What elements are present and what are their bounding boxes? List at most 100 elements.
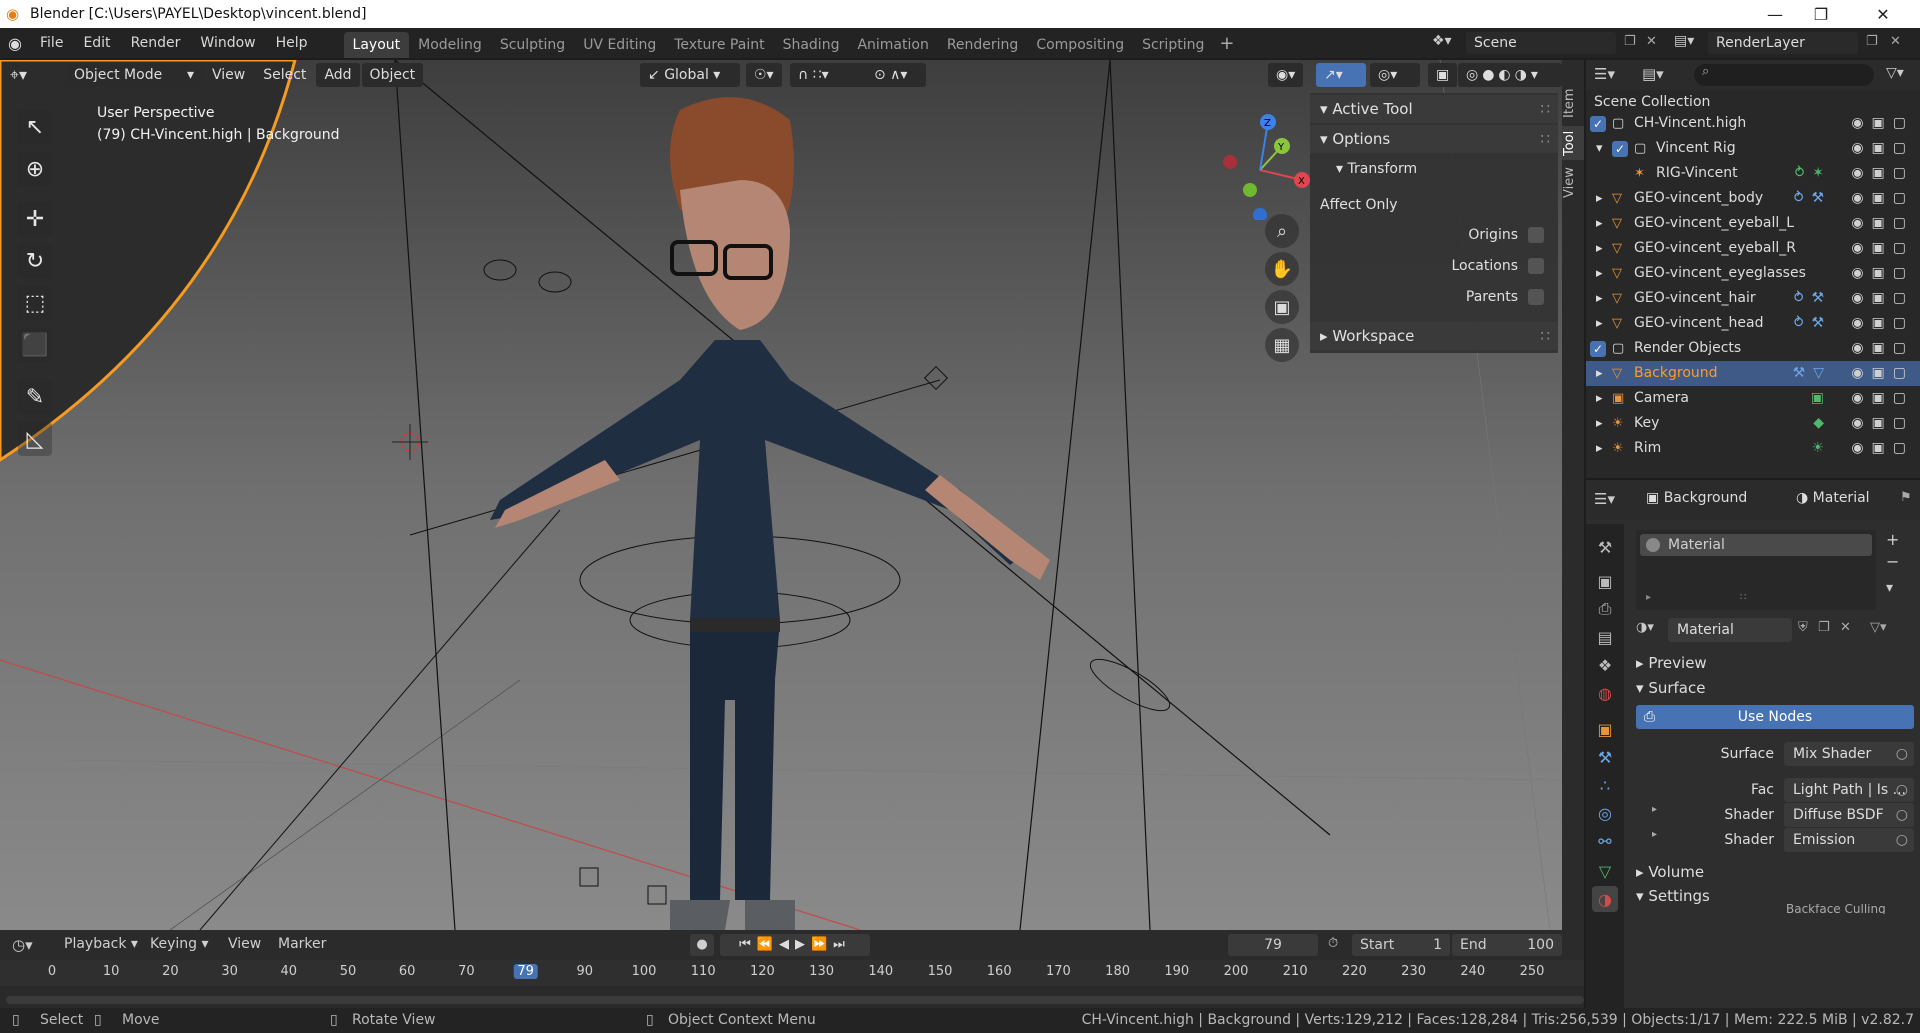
slot-menu-icon[interactable]: ▾ — [1886, 580, 1893, 596]
zoom-icon[interactable]: ⌕ — [1265, 214, 1299, 248]
tab-view[interactable]: View — [1562, 166, 1584, 200]
maximize-icon[interactable]: ❐ — [1798, 0, 1844, 28]
menu-render[interactable]: Render — [121, 28, 191, 58]
end-frame-field[interactable]: End 100 — [1452, 934, 1562, 956]
tab-rendering[interactable]: Rendering — [938, 32, 1028, 58]
annotate-tool-icon[interactable]: ✎ — [18, 380, 52, 414]
tab-item[interactable]: Item — [1562, 86, 1584, 120]
list-item[interactable]: ▾ ✓ ▢ Vincent Rig ◉▣▢ — [1586, 136, 1920, 161]
overlays-icon[interactable]: ◎▾ — [1370, 63, 1420, 87]
view-layer-selector[interactable]: RenderLayer — [1708, 32, 1858, 54]
tab-animation[interactable]: Animation — [848, 32, 937, 58]
view-layer-icon[interactable]: ▤▾ — [1674, 33, 1694, 49]
object-tab-icon[interactable]: ▣ — [1592, 716, 1618, 742]
tab-sculpting[interactable]: Sculpting — [491, 32, 574, 58]
volume-section[interactable]: ▸ Volume — [1636, 859, 1704, 885]
close-icon[interactable]: ✕ — [1860, 0, 1906, 28]
material-slot-item[interactable]: Material — [1640, 534, 1872, 556]
unlink-icon[interactable]: ✕ — [1840, 620, 1851, 635]
browse-material-icon[interactable]: ◑▾ — [1636, 620, 1654, 635]
output-tab-icon[interactable]: ⎙ — [1592, 596, 1618, 622]
playback-menu[interactable]: Playback ▾ — [64, 936, 138, 952]
expand-icon[interactable]: ▸ — [1646, 592, 1651, 603]
menu-file[interactable]: File — [30, 28, 73, 58]
workspace-header[interactable]: ▸ Workspace ∷ — [1310, 322, 1558, 350]
scale-tool-icon[interactable]: ⬚ — [18, 286, 52, 320]
tab-uv-editing[interactable]: UV Editing — [574, 32, 665, 58]
tab-tool[interactable]: Tool — [1562, 126, 1584, 160]
add-workspace-icon[interactable]: + — [1219, 33, 1234, 54]
material-slots-list[interactable]: Material ▸ ∷ — [1636, 530, 1876, 610]
editor-type-icon[interactable]: ◷▾ — [12, 936, 33, 954]
proportional-edit-icon[interactable]: ⊙ ∧▾ — [866, 63, 926, 87]
select-menu[interactable]: Select — [255, 63, 314, 87]
transform-tool-icon[interactable]: ⬛ — [18, 328, 52, 362]
use-nodes-button[interactable]: ⎙ Use Nodes — [1636, 705, 1914, 729]
filter-icon[interactable]: ▽▾ — [1886, 65, 1904, 81]
settings-section[interactable]: ▾ Settings — [1636, 883, 1710, 909]
list-item-selected[interactable]: ▸ ▽ Background ⚒▽ ◉▣▢ — [1586, 361, 1920, 386]
outliner-search-input[interactable]: ⌕ — [1694, 64, 1874, 86]
view-menu[interactable]: View — [204, 63, 253, 87]
surface-section[interactable]: ▾ Surface — [1636, 675, 1705, 701]
material-tab-icon[interactable]: ◑ — [1592, 886, 1618, 912]
tab-modeling[interactable]: Modeling — [409, 32, 491, 58]
render-tab-icon[interactable]: ▣ — [1592, 568, 1618, 594]
preview-section[interactable]: ▸ Preview — [1636, 650, 1707, 676]
physics-tab-icon[interactable]: ◎ — [1592, 800, 1618, 826]
scene-selector[interactable]: Scene — [1466, 32, 1616, 54]
stopwatch-icon[interactable]: ⏱ — [1328, 936, 1338, 951]
object-menu[interactable]: Object — [361, 63, 424, 87]
menu-help[interactable]: Help — [266, 28, 318, 58]
list-item[interactable]: ✓ ▢ Render Objects ◉▣▢ — [1586, 336, 1920, 361]
playback-controls[interactable]: ⏮⏪◀▶⏩⏭ — [720, 934, 870, 956]
pan-hand-icon[interactable]: ✋ — [1265, 252, 1299, 286]
origins-checkbox[interactable] — [1528, 227, 1544, 243]
xray-icon[interactable]: ▣ — [1428, 63, 1458, 87]
fake-user-icon[interactable]: ⛨ — [1798, 620, 1808, 635]
pin-icon[interactable]: ⚑ — [1900, 490, 1912, 505]
frame-ruler[interactable]: 0 10 20 30 40 50 60 70 79 90 100 110 120 130 140 150 160… — [0, 960, 1584, 986]
tab-scripting[interactable]: Scripting — [1133, 32, 1213, 58]
shader-2-field[interactable]: Emission ○ — [1784, 828, 1914, 852]
camera-view-icon[interactable]: ▣ — [1265, 290, 1299, 324]
transform-subheader[interactable]: ▾ Transform — [1310, 155, 1558, 183]
link-mode-icon[interactable]: ▽▾ — [1870, 620, 1887, 635]
pivot-point-icon[interactable]: ☉▾ — [746, 63, 782, 87]
list-item[interactable]: ▸ ▽ GEO-vincent_head ⥁⚒ ◉▣▢ — [1586, 311, 1920, 336]
view-layer-remove-icon[interactable]: ✕ — [1890, 34, 1901, 49]
tab-layout[interactable]: Layout — [343, 32, 410, 58]
move-tool-icon[interactable]: ✛ — [18, 202, 52, 236]
editor-type-icon[interactable]: ☰▾ — [1594, 65, 1615, 83]
record-icon[interactable]: ● — [690, 934, 714, 956]
select-box-tool-icon[interactable]: ↖ — [18, 110, 52, 144]
list-item[interactable]: ▸ ☀ Rim ☀ ◉▣▢ — [1586, 436, 1920, 461]
editor-type-icon[interactable]: ⌖▾ — [10, 65, 48, 85]
display-mode-icon[interactable]: ▤▾ — [1642, 65, 1664, 83]
marker-menu[interactable]: Marker — [278, 936, 326, 952]
current-frame-field[interactable]: 79 — [1228, 934, 1318, 956]
shader-1-field[interactable]: Diffuse BSDF ○ — [1784, 803, 1914, 827]
object-mode-dropdown[interactable]: Object Mode ▾ — [66, 63, 202, 87]
list-item[interactable]: ▸ ☀ Key ◆ ◉▣▢ — [1586, 411, 1920, 436]
expand-icon[interactable]: ▸ — [1652, 804, 1657, 815]
add-slot-icon[interactable]: + — [1886, 530, 1899, 549]
options-header[interactable]: ▾ Options ∷ — [1310, 125, 1558, 153]
view-layer-copy-icon[interactable]: ❐ — [1866, 34, 1878, 49]
surface-shader-field[interactable]: Mix Shader ○ — [1784, 742, 1914, 766]
remove-slot-icon[interactable]: − — [1886, 552, 1899, 571]
parents-checkbox[interactable] — [1528, 289, 1544, 305]
minimize-icon[interactable]: — — [1752, 0, 1798, 28]
duplicate-icon[interactable]: ❐ — [1818, 620, 1830, 635]
scene-copy-icon[interactable]: ❐ — [1624, 34, 1636, 49]
scene-remove-icon[interactable]: ✕ — [1646, 34, 1657, 49]
ortho-grid-icon[interactable]: ▦ — [1265, 328, 1299, 362]
list-item[interactable]: ▸ ▽ GEO-vincent_body ⥁⚒ ◉▣▢ — [1586, 186, 1920, 211]
view-menu[interactable]: View — [228, 936, 261, 952]
gizmo-toggle-icon[interactable]: ↗▾ — [1316, 63, 1366, 87]
add-menu[interactable]: Add — [316, 63, 360, 87]
scene-icon[interactable]: ❖▾ — [1432, 33, 1452, 49]
locations-checkbox[interactable] — [1528, 258, 1544, 274]
menu-window[interactable]: Window — [190, 28, 265, 58]
list-item[interactable]: ▸ ▽ GEO-vincent_eyeball_L ◉▣▢ — [1586, 211, 1920, 236]
